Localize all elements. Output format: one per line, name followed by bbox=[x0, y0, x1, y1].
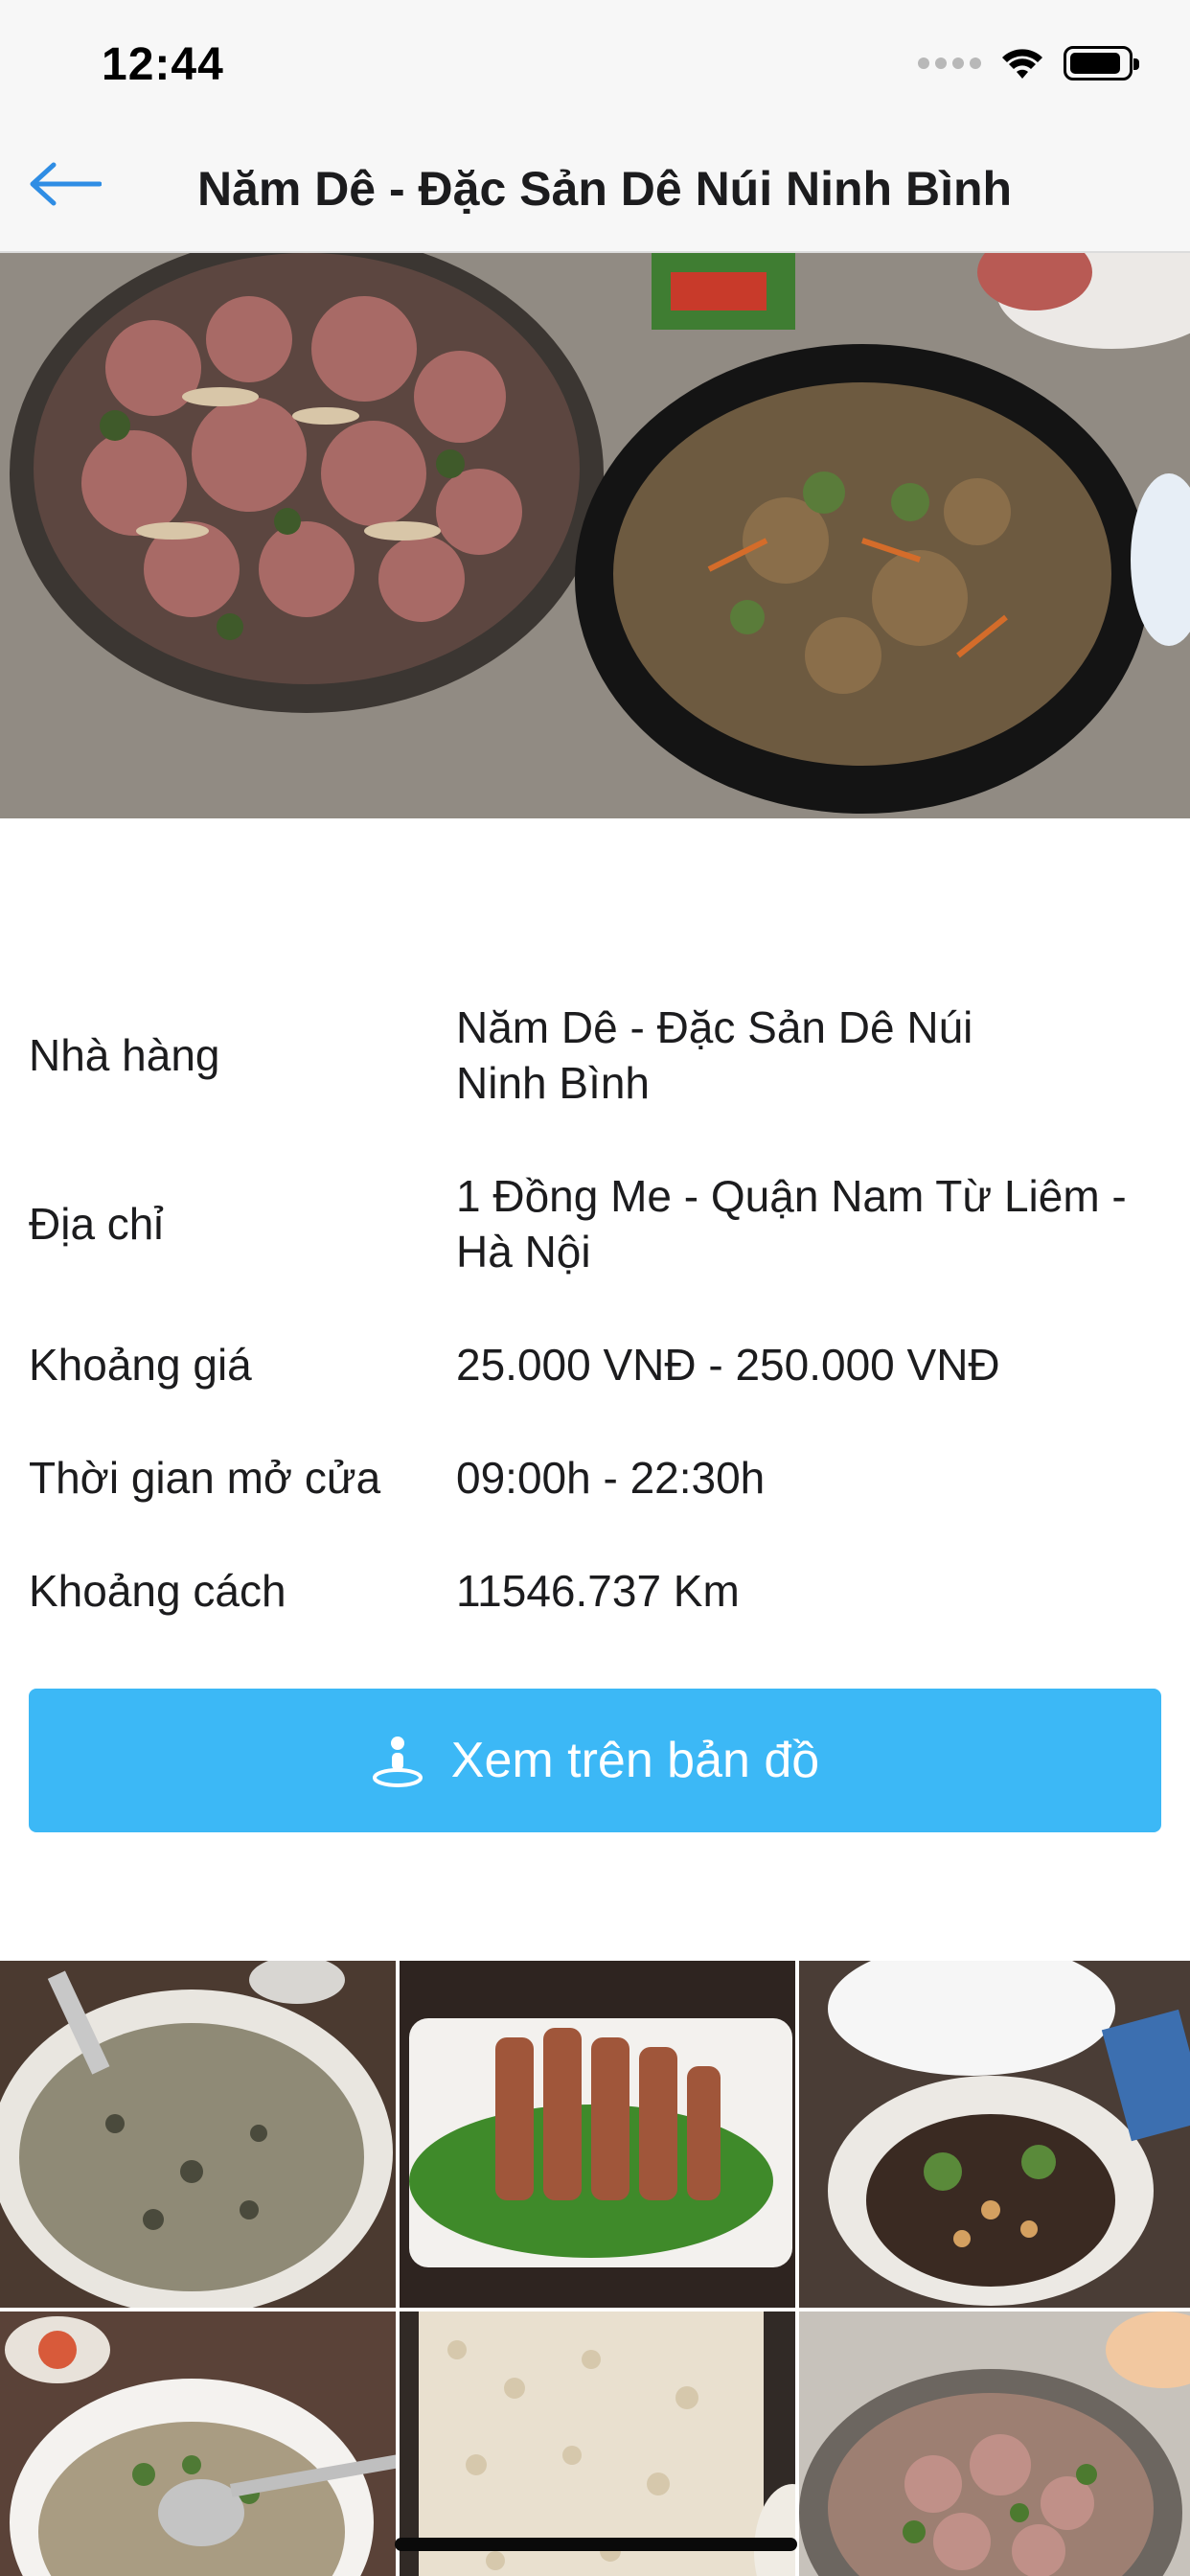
photo-gallery bbox=[0, 1961, 1190, 2576]
hours-label: Thời gian mở cửa bbox=[29, 1453, 381, 1503]
view-on-map-label: Xem trên bản đồ bbox=[450, 1733, 820, 1788]
gallery-photo[interactable] bbox=[0, 2312, 396, 2576]
battery-icon bbox=[1064, 46, 1139, 80]
page-title: Năm Dê - Đặc Sản Dê Núi Ninh Bình bbox=[196, 162, 1013, 216]
address-value: 1 Đồng Me - Quận Nam Từ Liêm - Hà Nội bbox=[456, 1171, 1127, 1276]
gallery-photo[interactable] bbox=[0, 1961, 396, 2308]
view-on-map-button[interactable]: Xem trên bản đồ bbox=[29, 1689, 1161, 1832]
info-row-address: Địa chỉ 1 Đồng Me - Quận Nam Từ Liêm - H… bbox=[29, 1171, 1161, 1276]
gallery-photo[interactable] bbox=[799, 2312, 1190, 2576]
distance-label: Khoảng cách bbox=[29, 1566, 286, 1616]
map-pin-person-icon bbox=[372, 1736, 423, 1787]
home-indicator[interactable] bbox=[395, 2538, 797, 2551]
restaurant-value: Năm Dê - Đặc Sản Dê Núi Ninh Bình bbox=[456, 1002, 973, 1108]
hours-value: 09:00h - 22:30h bbox=[456, 1453, 766, 1503]
navigation-bar: 12:44 Năm Dê - Đặc Sản Dê Núi Ninh Bình bbox=[0, 0, 1190, 253]
info-row-hours: Thời gian mở cửa 09:00h - 22:30h bbox=[29, 1449, 1161, 1506]
status-time: 12:44 bbox=[102, 39, 224, 90]
info-row-restaurant: Nhà hàng Năm Dê - Đặc Sản Dê Núi Ninh Bì… bbox=[29, 1002, 1161, 1108]
info-row-price: Khoảng giá 25.000 VNĐ - 250.000 VNĐ bbox=[29, 1336, 1161, 1393]
restaurant-label: Nhà hàng bbox=[29, 1030, 220, 1080]
gallery-photo[interactable] bbox=[799, 1961, 1190, 2308]
signal-icon bbox=[918, 58, 981, 69]
address-label: Địa chỉ bbox=[29, 1199, 164, 1249]
distance-value: 11546.737 Km bbox=[456, 1566, 740, 1616]
info-row-distance: Khoảng cách 11546.737 Km bbox=[29, 1562, 1161, 1620]
status-icons bbox=[918, 44, 1139, 82]
price-label: Khoảng giá bbox=[29, 1340, 252, 1390]
hero-photo bbox=[0, 253, 1190, 818]
gallery-photo[interactable] bbox=[400, 2312, 795, 2576]
wifi-icon bbox=[1002, 49, 1042, 79]
gallery-photo[interactable] bbox=[400, 1961, 795, 2308]
price-value: 25.000 VNĐ - 250.000 VNĐ bbox=[456, 1340, 1000, 1390]
